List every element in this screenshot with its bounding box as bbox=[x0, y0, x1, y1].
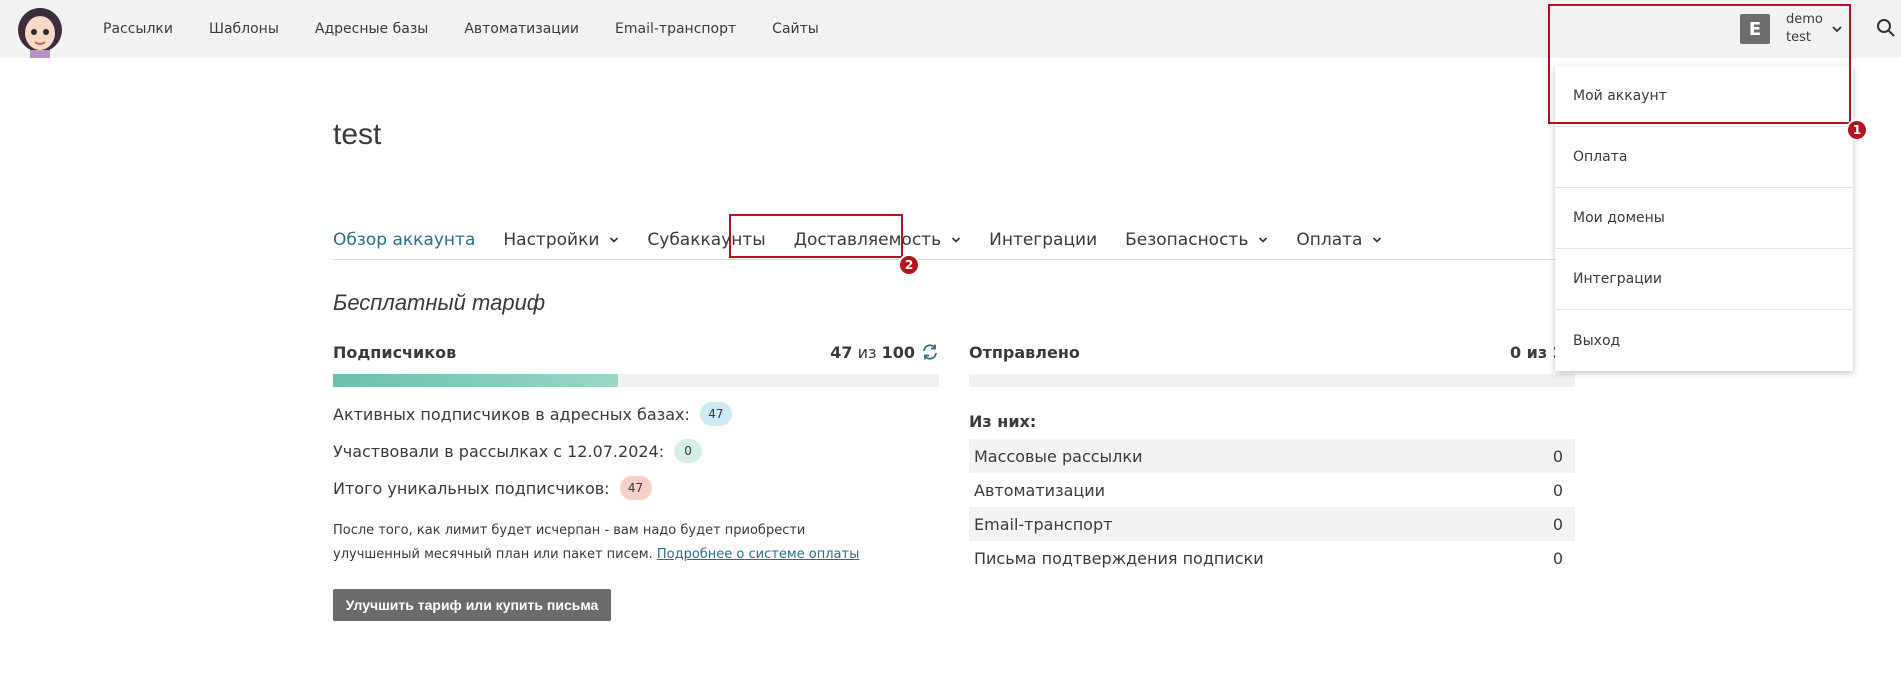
chevron-down-icon bbox=[1259, 236, 1268, 243]
row-label: Массовые рассылки bbox=[974, 446, 1143, 466]
tab-label: Обзор аккаунта bbox=[333, 229, 476, 250]
tab-security[interactable]: Безопасность bbox=[1125, 227, 1268, 253]
table-row: Письма подтверждения подписки 0 bbox=[969, 541, 1575, 575]
unique-subscribers-badge: 47 bbox=[619, 476, 652, 500]
payment-info-link[interactable]: Подробнее о системе оплаты bbox=[657, 547, 859, 562]
nav-automations[interactable]: Автоматизации bbox=[464, 21, 579, 37]
participated-row: Участвовали в рассылках с 12.07.2024: 0 bbox=[333, 438, 939, 464]
nav-templates[interactable]: Шаблоны bbox=[209, 21, 279, 37]
menu-logout[interactable]: Выход bbox=[1555, 310, 1853, 371]
active-subscribers-label: Активных подписчиков в адресных базах: bbox=[333, 404, 690, 424]
row-value: 0 bbox=[1552, 446, 1563, 466]
row-label: Письма подтверждения подписки bbox=[974, 548, 1264, 568]
mascot-logo[interactable] bbox=[10, 0, 70, 58]
subscribers-used: 47 bbox=[830, 342, 853, 362]
tab-label: Настройки bbox=[503, 229, 600, 250]
nav-address-books[interactable]: Адресные базы bbox=[315, 21, 428, 37]
sent-breakdown-label: Из них: bbox=[969, 411, 1037, 431]
upgrade-plan-button[interactable]: Улучшить тариф или купить письма bbox=[333, 589, 611, 621]
plan-title: Бесплатный тариф bbox=[333, 290, 546, 315]
chevron-down-icon bbox=[952, 236, 961, 243]
chevron-down-icon bbox=[1373, 236, 1382, 243]
sent-breakdown-table: Массовые рассылки 0 Автоматизации 0 Emai… bbox=[969, 439, 1575, 575]
active-subscribers-badge: 47 bbox=[699, 402, 732, 426]
subscribers-progress-bar bbox=[333, 374, 939, 387]
row-value: 0 bbox=[1552, 514, 1563, 534]
annotation-box-1 bbox=[1548, 4, 1851, 124]
row-label: Email-транспорт bbox=[974, 514, 1113, 534]
tab-integrations[interactable]: Интеграции bbox=[989, 227, 1097, 253]
table-row: Автоматизации 0 bbox=[969, 473, 1575, 507]
subscribers-limit: 100 bbox=[881, 342, 915, 362]
menu-my-domains[interactable]: Мои домены bbox=[1555, 188, 1853, 249]
participated-badge: 0 bbox=[674, 439, 703, 463]
table-row: Email-транспорт 0 bbox=[969, 507, 1575, 541]
sent-panel: Отправлено 0 из 20 Из них: Массовые расс… bbox=[969, 340, 1575, 575]
tab-label: Интеграции bbox=[989, 229, 1098, 250]
tab-label: Безопасность bbox=[1125, 229, 1249, 250]
refresh-icon[interactable] bbox=[921, 343, 939, 361]
tab-account-overview[interactable]: Обзор аккаунта bbox=[333, 227, 475, 253]
nav-email-transport[interactable]: Email-транспорт bbox=[615, 21, 736, 37]
nav-mailings[interactable]: Рассылки bbox=[103, 21, 173, 37]
active-subscribers-row: Активных подписчиков в адресных базах: 4… bbox=[333, 401, 939, 427]
subscribers-label: Подписчиков bbox=[333, 342, 457, 362]
subscribers-header: Подписчиков 47 из 100 bbox=[333, 340, 939, 364]
sent-label: Отправлено bbox=[969, 342, 1080, 362]
annotation-box-2 bbox=[729, 214, 903, 258]
limit-note: После того, как лимит будет исчерпан - в… bbox=[333, 519, 893, 567]
subscribers-panel: Подписчиков 47 из 100 Активных подписчик… bbox=[333, 340, 939, 567]
subscribers-count: 47 из 100 bbox=[830, 343, 939, 362]
tab-settings[interactable]: Настройки bbox=[503, 227, 619, 253]
unique-subscribers-row: Итого уникальных подписчиков: 47 bbox=[333, 475, 939, 501]
chevron-down-icon bbox=[610, 236, 619, 243]
annotation-badge-1: 1 bbox=[1846, 119, 1868, 141]
page-title: test bbox=[333, 118, 382, 151]
annotation-badge-2: 2 bbox=[898, 254, 920, 276]
tab-payment[interactable]: Оплата bbox=[1296, 227, 1382, 253]
row-value: 0 bbox=[1552, 480, 1563, 500]
sent-header: Отправлено 0 из 20 bbox=[969, 340, 1575, 364]
menu-payment[interactable]: Оплата bbox=[1555, 127, 1853, 188]
nav-sites[interactable]: Сайты bbox=[772, 21, 819, 37]
sent-progress-bar bbox=[969, 374, 1575, 387]
subscribers-of: из bbox=[857, 342, 877, 362]
account-tabs: Обзор аккаунта Настройки Субаккаунты Дос… bbox=[333, 220, 1573, 260]
row-label: Автоматизации bbox=[974, 480, 1106, 500]
participated-label: Участвовали в рассылках с 12.07.2024: bbox=[333, 441, 665, 461]
table-row: Массовые рассылки 0 bbox=[969, 439, 1575, 473]
menu-integrations[interactable]: Интеграции bbox=[1555, 249, 1853, 310]
subscribers-progress-fill bbox=[333, 374, 618, 387]
tab-label: Оплата bbox=[1296, 229, 1363, 250]
unique-subscribers-label: Итого уникальных подписчиков: bbox=[333, 478, 610, 498]
row-value: 0 bbox=[1552, 548, 1563, 568]
main-nav: Рассылки Шаблоны Адресные базы Автоматиз… bbox=[103, 0, 855, 58]
search-icon[interactable] bbox=[1876, 18, 1896, 38]
